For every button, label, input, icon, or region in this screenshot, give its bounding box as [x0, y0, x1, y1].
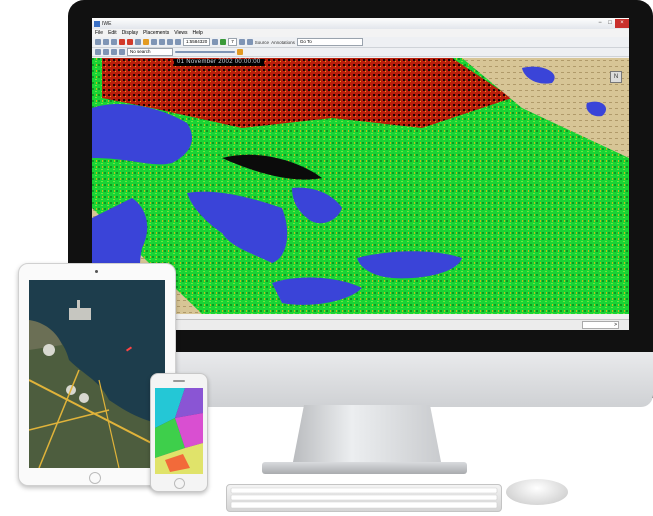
status-field: >	[582, 321, 619, 329]
frame-count-field[interactable]: 7	[228, 38, 237, 46]
compass-icon[interactable]: N	[610, 71, 622, 83]
menu-views[interactable]: Views	[174, 30, 187, 36]
close-button[interactable]: ×	[615, 19, 629, 28]
layers-icon[interactable]	[135, 39, 141, 45]
menu-edit[interactable]: Edit	[108, 30, 117, 36]
window-controls: − □ ×	[595, 19, 629, 28]
title-bar[interactable]: IWE − □ ×	[92, 18, 629, 29]
app-logo-icon	[94, 20, 100, 27]
camera-icon	[95, 270, 98, 273]
goto-field[interactable]: Go To	[296, 38, 363, 46]
keyboard	[226, 484, 502, 512]
home-button[interactable]	[174, 478, 185, 489]
pin-icon[interactable]	[119, 39, 125, 45]
measure-icon[interactable]	[175, 39, 181, 45]
forward-icon[interactable]	[103, 49, 109, 55]
annotations-menu[interactable]: Annotations	[271, 40, 295, 45]
home-button[interactable]	[89, 472, 101, 484]
menu-bar: File Edit Display Placements Views Help	[92, 29, 629, 37]
mouse	[506, 479, 568, 505]
save-icon[interactable]	[111, 39, 117, 45]
zoom-out-icon[interactable]	[159, 39, 165, 45]
chevron-down-icon[interactable]	[212, 39, 219, 45]
monitor-base	[262, 462, 467, 474]
search-input[interactable]: No search	[127, 48, 173, 56]
add-icon[interactable]	[127, 39, 133, 45]
new-icon[interactable]	[95, 39, 101, 45]
tablet-screen	[29, 280, 165, 468]
timestamp-label: 01 November 2002 00:00:00	[174, 59, 264, 66]
speaker-icon	[173, 380, 185, 382]
menu-display[interactable]: Display	[122, 30, 138, 36]
harbor-satellite-image	[29, 280, 165, 468]
frames-icon[interactable]	[220, 39, 227, 45]
brightness-icon[interactable]	[143, 39, 149, 45]
source-menu[interactable]: Source	[255, 40, 269, 45]
open-icon[interactable]	[103, 39, 109, 45]
pause-icon[interactable]	[119, 49, 125, 55]
minimize-button[interactable]: −	[595, 19, 605, 28]
pan-icon[interactable]	[167, 39, 173, 45]
zoom-in-icon[interactable]	[151, 39, 157, 45]
maximize-button[interactable]: □	[605, 19, 615, 28]
color-icon[interactable]	[237, 49, 243, 55]
menu-help[interactable]: Help	[192, 30, 202, 36]
phone-screen	[155, 388, 203, 474]
grid-icon[interactable]	[238, 39, 245, 45]
play-icon[interactable]	[111, 49, 117, 55]
scale-select[interactable]: 1:5584320	[183, 38, 211, 46]
select-icon[interactable]	[246, 39, 253, 45]
secondary-toolbar: No search	[92, 48, 629, 57]
phone-device	[150, 373, 208, 492]
menu-file[interactable]: File	[95, 30, 103, 36]
time-slider[interactable]	[175, 51, 235, 53]
main-toolbar: 1:5584320 7 Source Annotations Go To	[92, 37, 629, 48]
menu-placements[interactable]: Placements	[143, 30, 169, 36]
back-icon[interactable]	[95, 49, 101, 55]
monitor-stand	[292, 405, 442, 467]
keyboard-keys	[230, 487, 498, 509]
field-color-map	[155, 388, 203, 474]
window-title: IWE	[102, 20, 112, 27]
